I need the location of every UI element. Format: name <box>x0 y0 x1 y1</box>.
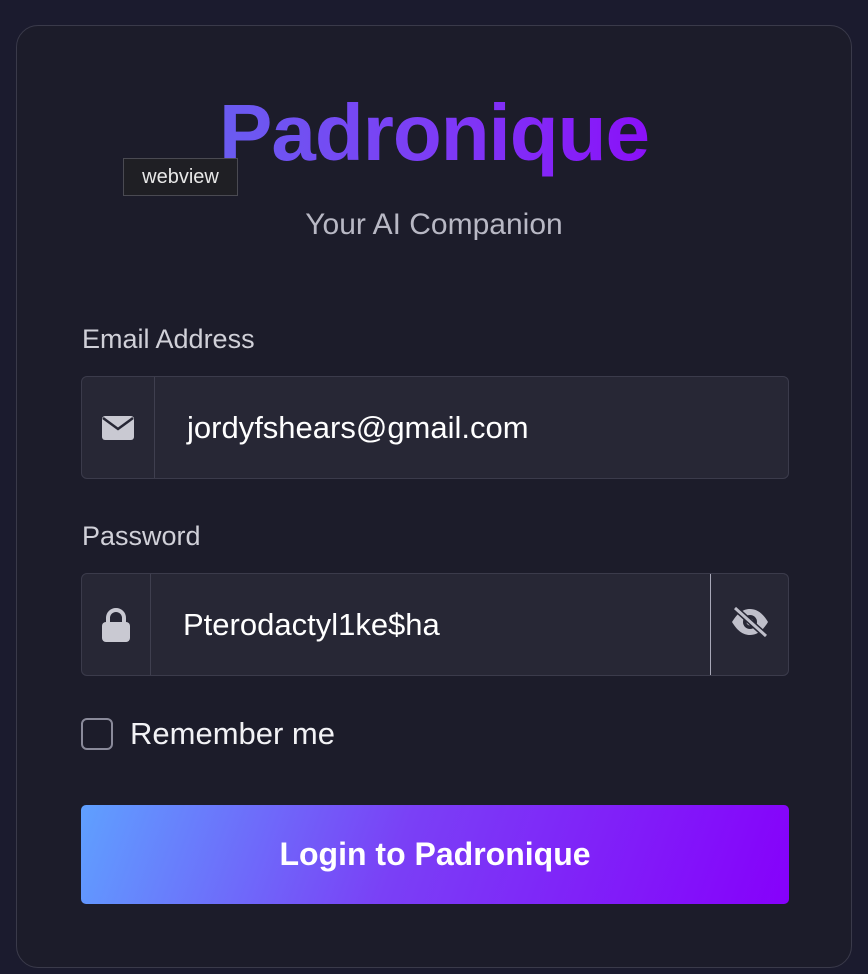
envelope-icon <box>82 377 155 478</box>
lock-icon <box>82 574 151 675</box>
login-button[interactable]: Login to Padronique <box>81 805 789 904</box>
tagline: Your AI Companion <box>305 208 563 241</box>
password-input[interactable]: Pterodactyl1ke$ha <box>151 574 710 675</box>
remember-me-checkbox[interactable] <box>81 718 113 750</box>
webview-tooltip: webview <box>123 158 238 196</box>
password-field[interactable]: Pterodactyl1ke$ha <box>81 573 789 676</box>
email-input[interactable]: jordyfshears@gmail.com <box>155 377 788 478</box>
email-label: Email Address <box>82 324 255 354</box>
toggle-password-visibility-button[interactable] <box>709 574 788 675</box>
email-field[interactable]: jordyfshears@gmail.com <box>81 376 789 479</box>
password-label: Password <box>82 521 201 551</box>
remember-me-label[interactable]: Remember me <box>130 716 335 752</box>
eye-slash-icon <box>730 605 770 642</box>
